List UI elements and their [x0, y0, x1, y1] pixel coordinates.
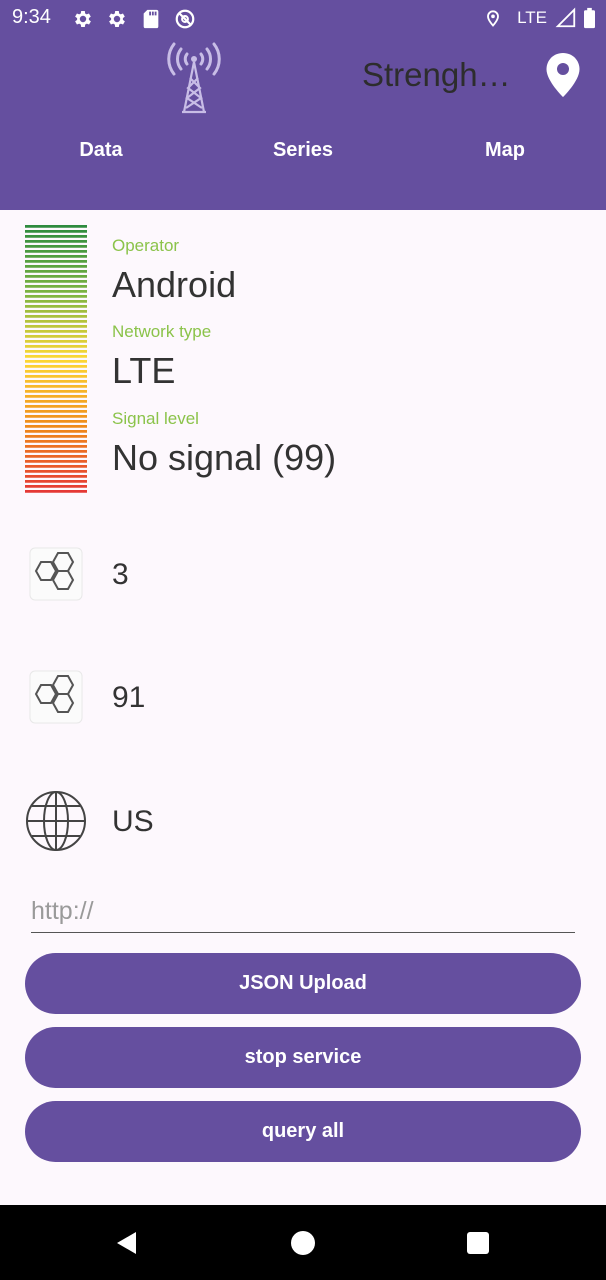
signal-stripe	[25, 415, 87, 418]
signal-stripe	[25, 470, 87, 473]
row-value-1: 3	[112, 558, 129, 591]
signal-stripe	[25, 235, 87, 238]
network-type-value: LTE	[112, 350, 176, 391]
signal-stripe	[25, 485, 87, 488]
status-network: LTE	[517, 8, 547, 27]
signal-stripe	[25, 350, 87, 353]
signal-stripe	[25, 305, 87, 308]
signal-stripe	[25, 370, 87, 373]
signal-stripe	[25, 455, 87, 458]
signal-stripe	[25, 380, 87, 383]
signal-stripe	[25, 290, 87, 293]
signal-stripe	[25, 245, 87, 248]
signal-stripe	[25, 420, 87, 423]
signal-stripe	[25, 440, 87, 443]
signal-stripe	[25, 230, 87, 233]
signal-stripe	[25, 395, 87, 398]
globe-icon	[26, 791, 86, 851]
signal-stripe	[25, 390, 87, 393]
signal-icon	[555, 7, 576, 28]
signal-stripe	[25, 270, 87, 273]
signal-stripe	[25, 300, 87, 303]
cells-icon	[29, 670, 83, 724]
settings-icon	[75, 11, 91, 27]
home-icon[interactable]	[290, 1230, 316, 1256]
signal-stripe	[25, 400, 87, 403]
signal-stripe	[25, 445, 87, 448]
cells-icon	[29, 547, 83, 601]
signal-level-label: Signal level	[112, 409, 199, 428]
tab-bar: Data Series Map	[0, 130, 606, 170]
recents-icon[interactable]	[465, 1230, 491, 1256]
map-pin-icon[interactable]	[544, 52, 582, 98]
signal-stripe	[25, 225, 87, 228]
back-icon[interactable]	[114, 1230, 140, 1256]
radio-tower-icon	[167, 42, 221, 114]
signal-stripe	[25, 490, 87, 493]
signal-stripe	[25, 460, 87, 463]
system-nav-bar	[0, 1205, 606, 1280]
sd-card-icon	[143, 9, 159, 29]
url-input[interactable]	[31, 890, 575, 933]
signal-stripe	[25, 325, 87, 328]
signal-stripe	[25, 310, 87, 313]
signal-stripe	[25, 260, 87, 263]
signal-stripe	[25, 255, 87, 258]
signal-stripe	[25, 375, 87, 378]
at-sign-icon	[175, 9, 195, 29]
app-bar: 9:34 LTE Strengh… Data Series Map	[0, 0, 606, 210]
signal-level-value: No signal (99)	[112, 437, 337, 478]
signal-stripe	[25, 280, 87, 283]
signal-stripe	[25, 405, 87, 408]
signal-stripe	[25, 315, 87, 318]
signal-stripe	[25, 275, 87, 278]
signal-stripe	[25, 355, 87, 358]
location-icon	[487, 10, 499, 27]
tab-series[interactable]: Series	[202, 130, 404, 170]
operator-label: Operator	[112, 236, 180, 255]
signal-stripe	[25, 425, 87, 428]
signal-stripe	[25, 330, 87, 333]
signal-stripe	[25, 360, 87, 363]
signal-stripe	[25, 345, 87, 348]
signal-stripe	[25, 410, 87, 413]
tab-map[interactable]: Map	[404, 130, 606, 170]
status-system-icons: LTE	[483, 7, 596, 29]
app-title: Strengh…	[362, 56, 511, 93]
operator-value: Android	[112, 264, 237, 305]
battery-icon	[584, 7, 595, 29]
signal-stripe	[25, 295, 87, 298]
signal-stripe	[25, 285, 87, 288]
signal-strength-bar	[25, 225, 87, 493]
row-value-2: 91	[112, 681, 146, 714]
signal-stripe	[25, 265, 87, 268]
signal-stripe	[25, 340, 87, 343]
query-all-button[interactable]: query all	[25, 1101, 581, 1162]
signal-stripe	[25, 435, 87, 438]
signal-stripe	[25, 450, 87, 453]
signal-stripe	[25, 250, 87, 253]
signal-stripe	[25, 430, 87, 433]
network-type-label: Network type	[112, 322, 212, 341]
signal-stripe	[25, 240, 87, 243]
signal-stripe	[25, 335, 87, 338]
status-bar: 9:34 LTE	[0, 0, 606, 38]
signal-stripe	[25, 475, 87, 478]
row-value-country: US	[112, 805, 154, 838]
signal-stripe	[25, 365, 87, 368]
status-time: 9:34	[12, 6, 51, 28]
signal-stripe	[25, 320, 87, 323]
stop-service-button[interactable]: stop service	[25, 1027, 581, 1088]
signal-stripe	[25, 385, 87, 388]
status-notification-icons	[72, 8, 196, 30]
json-upload-button[interactable]: JSON Upload	[25, 953, 581, 1014]
settings-icon	[109, 11, 125, 27]
tab-data[interactable]: Data	[0, 130, 202, 170]
signal-stripe	[25, 465, 87, 468]
signal-stripe	[25, 480, 87, 483]
